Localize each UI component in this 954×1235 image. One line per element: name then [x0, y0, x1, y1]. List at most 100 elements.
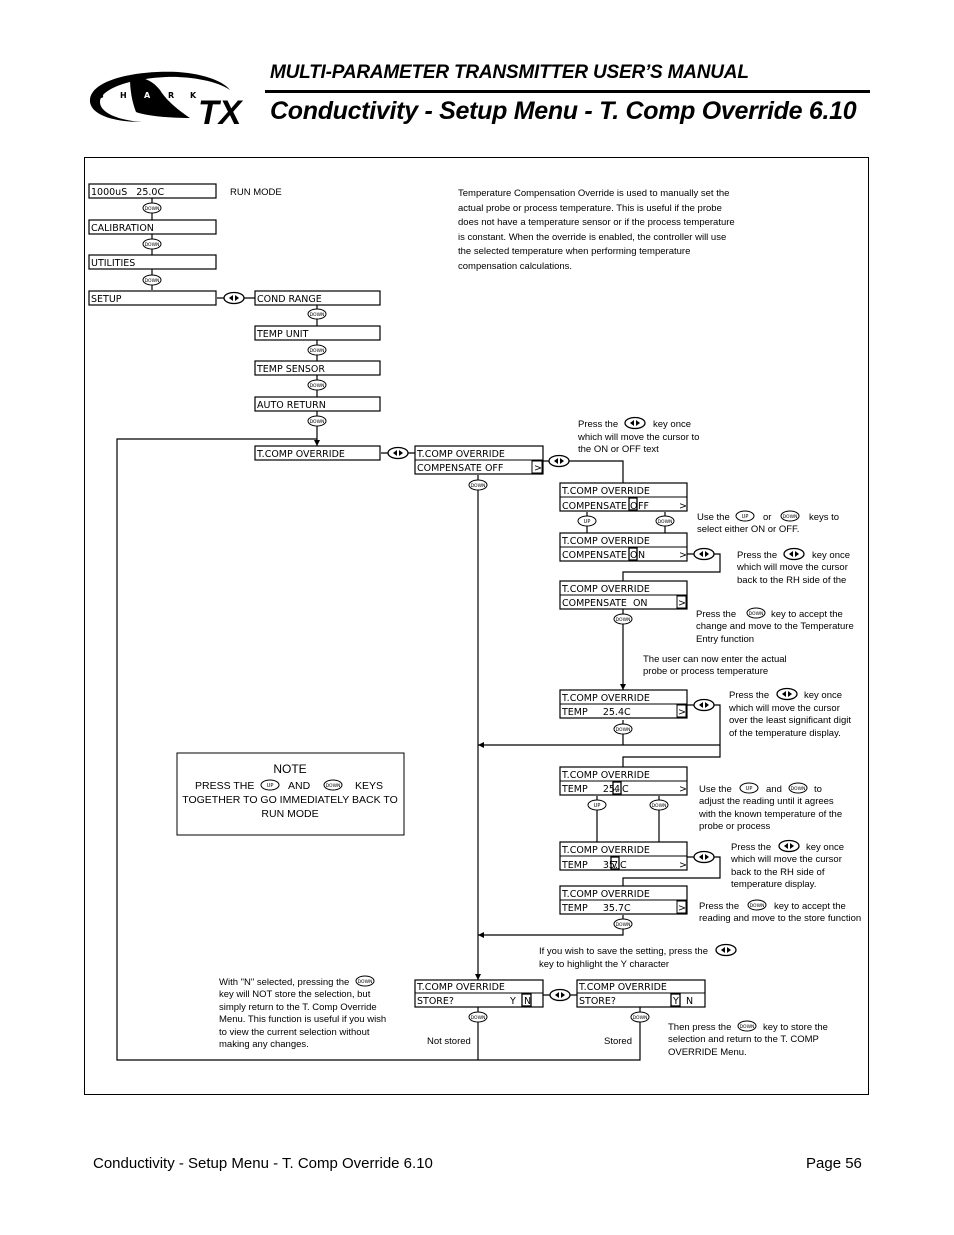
- lcd-temp-cursor-35-7: T.COMP OVERRIDE TEMP 35. 7 C >: [559, 841, 688, 871]
- left-right-key-icon: [693, 850, 715, 864]
- diagram-text: the ON or OFF text: [578, 444, 659, 455]
- diagram-text: T.COMP OVERRIDE: [561, 486, 650, 497]
- diagram-text: C: [622, 784, 629, 795]
- left-right-key-icon: [548, 454, 570, 468]
- note-use-up-down-temp: Use the and to adjust the reading until …: [698, 782, 842, 832]
- note-press-down-store: Press the key to accept the reading and …: [699, 899, 861, 924]
- lcd-auto-return: AUTO RETURN: [254, 396, 381, 412]
- diagram-text: KEYS: [355, 780, 383, 792]
- diagram-text: Then press the: [668, 1022, 731, 1033]
- diagram-text: COMPENSATE OFF: [417, 463, 503, 474]
- left-right-key-icon: [387, 446, 409, 460]
- down-key-icon: [142, 238, 162, 250]
- diagram-text: key to accept the: [771, 609, 843, 620]
- diagram-text: AUTO RETURN: [257, 400, 326, 411]
- lcd-temp-35-7: T.COMP OVERRIDE TEMP 35.7C >: [559, 885, 688, 915]
- diagram-text: key once: [653, 419, 691, 430]
- diagram-text: 4: [614, 784, 620, 795]
- left-right-key-icon: [783, 547, 805, 561]
- diagram-text: T.COMP OVERRIDE: [578, 982, 667, 993]
- lcd-setup: SETUP: [88, 290, 217, 306]
- diagram-text: to view the current selection without: [219, 1027, 370, 1038]
- left-right-key-icon: [715, 943, 737, 957]
- diagram-text: SETUP: [91, 294, 122, 305]
- down-key-icon: [780, 510, 800, 522]
- note-use-up-down-onoff: Use the or keys to select either ON or O…: [697, 510, 839, 535]
- diagram-text: Press the: [699, 901, 739, 912]
- left-right-key-icon: [776, 687, 798, 701]
- diagram-text: making any changes.: [219, 1039, 309, 1050]
- lcd-cond-range: COND RANGE: [254, 290, 381, 306]
- down-key-icon: [307, 379, 327, 391]
- diagram-text: key to store the: [763, 1022, 828, 1033]
- diagram-text: selection and return to the T. COMP: [668, 1034, 819, 1045]
- diagram-text: FF: [638, 501, 649, 512]
- diagram-text: which will move the cursor: [736, 562, 848, 573]
- up-key-icon: [739, 782, 759, 794]
- diagram-text: over the least significant digit: [729, 715, 851, 726]
- diagram-text: select either ON or OFF.: [697, 524, 799, 535]
- diagram-text: COMPENSATE ON: [562, 598, 648, 609]
- note-press-lr-back-temp: Press the key once which will move the c…: [730, 839, 844, 890]
- run-mode-label: RUN MODE: [230, 187, 282, 198]
- diagram-text: compensation calculations.: [458, 261, 572, 272]
- diagram-text: TEMP 25.4C: [561, 707, 631, 718]
- diagram-text: TEMP UNIT: [256, 329, 309, 340]
- diagram-text: The user can now enter the actual: [643, 654, 787, 665]
- down-key-icon: [737, 1020, 757, 1032]
- diagram-text: T.COMP OVERRIDE: [561, 889, 650, 900]
- diagram-text: 1000uS 25.0C: [91, 187, 164, 198]
- diagram-text: Press the: [737, 550, 777, 561]
- diagram-text: simply return to the T. Comp Override: [219, 1002, 377, 1013]
- diagram-text: actual probe or process temperature. Thi…: [458, 203, 722, 214]
- diagram-text: key once: [812, 550, 850, 561]
- left-right-key-icon: [778, 839, 800, 853]
- down-key-icon: [788, 782, 808, 794]
- note-press-lr-onoff: Press the key once which will move the c…: [577, 416, 699, 455]
- note-n-selected: With "N" selected, pressing the key will…: [219, 975, 386, 1050]
- note-then-press: Then press the key to store the selectio…: [668, 1020, 828, 1058]
- diagram-text: TEMP 25.: [561, 784, 618, 795]
- diagram-text: 7: [612, 860, 618, 871]
- diagram-text: UTILITIES: [91, 258, 135, 269]
- diagram-text: PRESS THE: [195, 780, 254, 792]
- diagram-text: to: [814, 784, 822, 795]
- diagram-text: T.COMP OVERRIDE: [256, 449, 345, 460]
- up-key-icon: [735, 510, 755, 522]
- left-right-key-icon: [549, 988, 571, 1002]
- lcd-calibration: CALIBRATION: [88, 219, 217, 235]
- lcd-tcomp-override: T.COMP OVERRIDE: [254, 445, 381, 461]
- diagram-text: >: [534, 463, 542, 474]
- note-press-lr-lsd: Press the key once which will move the c…: [728, 687, 851, 739]
- diagram-text: STORE?: [579, 996, 616, 1007]
- diagram-text: T.COMP OVERRIDE: [561, 693, 650, 704]
- diagram-text: COMPENSATE: [562, 501, 633, 512]
- down-key-icon: [747, 899, 767, 911]
- diagram-text: T.COMP OVERRIDE: [561, 584, 650, 595]
- diagram-text: Press the: [729, 690, 769, 701]
- main-menu: 1000uS 25.0C RUN MODE CALIBRATION UTILIT…: [88, 183, 282, 306]
- diagram-text: which will move the cursor: [728, 703, 840, 714]
- note-save-setting: If you wish to save the setting, press t…: [539, 943, 737, 970]
- lcd-compensate-cursor-off: T.COMP OVERRIDE COMPENSATE O FF >: [559, 482, 688, 512]
- diagram-text: reading and move to the store function: [699, 913, 861, 924]
- diagram-text: key once: [804, 690, 842, 701]
- down-key-icon: [307, 415, 327, 427]
- diagram-text: and: [766, 784, 782, 795]
- diagram-text: Menu. This function is useful if you wis…: [219, 1014, 386, 1025]
- diagram-text: COMPENSATE: [562, 550, 633, 561]
- diagram-text: C: [620, 860, 627, 871]
- diagram-text: Use the: [697, 512, 730, 523]
- diagram-text: adjust the reading until it agrees: [699, 796, 834, 807]
- lcd-compensate-on: T.COMP OVERRIDE COMPENSATE ON >: [559, 580, 688, 610]
- lcd-store-n: T.COMP OVERRIDE STORE? Y N: [414, 979, 544, 1008]
- lcd-compensate-off: T.COMP OVERRIDE COMPENSATE OFF >: [414, 445, 544, 475]
- diagram-text: or: [763, 512, 771, 523]
- down-key-icon: [142, 202, 162, 214]
- diagram-text: Press the: [731, 842, 771, 853]
- diagram-text: TEMP 35.: [561, 860, 618, 871]
- diagram-text: T.COMP OVERRIDE: [416, 982, 505, 993]
- lcd-utilities: UTILITIES: [88, 254, 217, 270]
- diagram-text: back to the RH side of: [731, 867, 825, 878]
- diagram-text: O: [630, 550, 637, 561]
